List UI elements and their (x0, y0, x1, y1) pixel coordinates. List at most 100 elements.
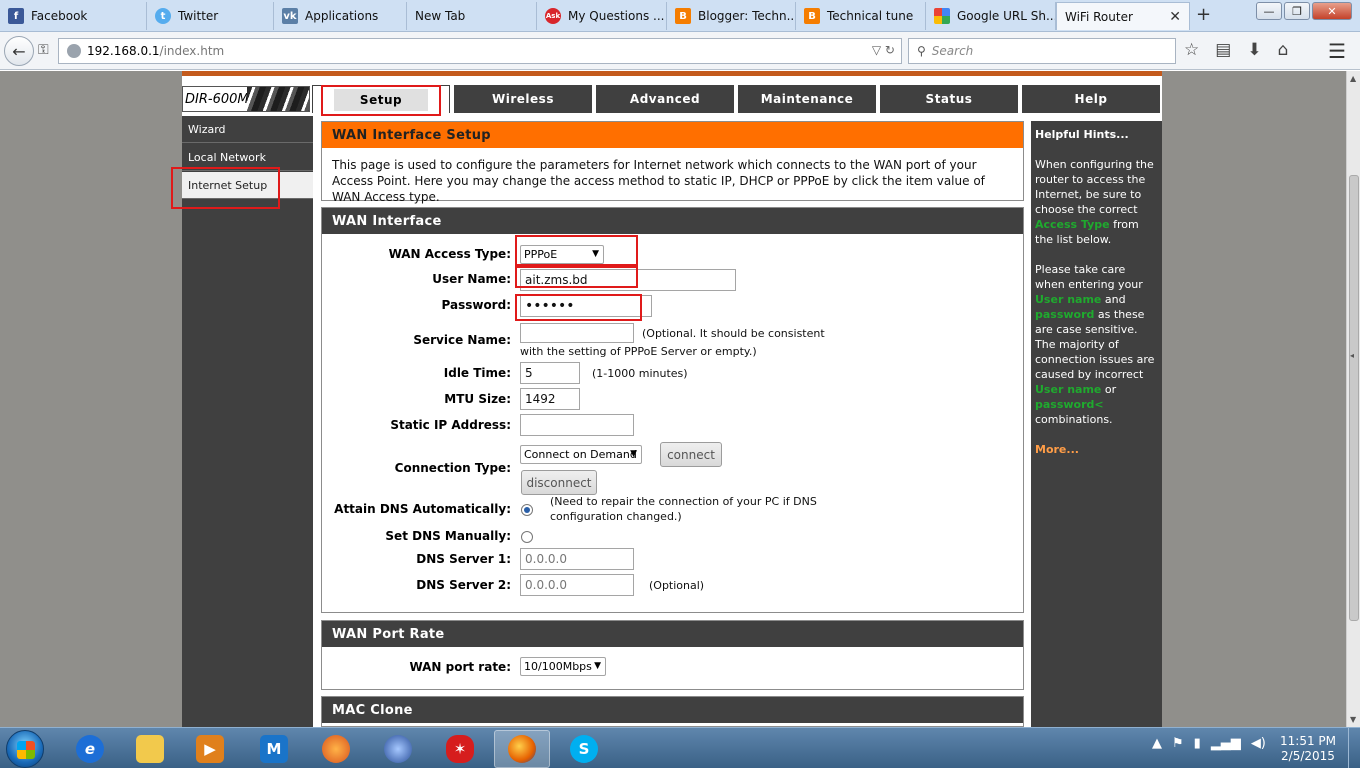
taskbar-media-player[interactable]: ▶ (182, 730, 238, 768)
connect-button[interactable]: connect (660, 442, 722, 467)
taskbar-skype[interactable]: S (556, 730, 612, 768)
home-icon[interactable]: ⌂ (1278, 40, 1289, 60)
tab-status[interactable]: Status (880, 85, 1018, 113)
page-title: WAN Interface Setup (322, 122, 1023, 148)
network-signal-icon[interactable]: ▂▄▆ (1211, 736, 1241, 751)
nav-wizard[interactable]: Wizard (182, 116, 313, 143)
ask-icon: Ask (545, 8, 561, 24)
tab-facebook[interactable]: f Facebook (0, 2, 147, 30)
close-window-icon[interactable]: ✕ (1312, 2, 1352, 20)
dns-auto-radio[interactable] (521, 504, 533, 516)
wan-interface-heading: WAN Interface (322, 208, 1023, 234)
static-ip-label: Static IP Address: (390, 418, 511, 432)
disconnect-button[interactable]: disconnect (521, 470, 597, 495)
tab-label: New Tab (415, 9, 466, 23)
service-name-note-1: (Optional. It should be consistent (642, 327, 825, 340)
router-logo: DIR-600M (182, 86, 310, 112)
dns-manual-radio[interactable] (521, 531, 533, 543)
back-arrow-icon[interactable]: ← (4, 36, 34, 66)
show-desktop-button[interactable] (1348, 728, 1360, 768)
static-ip-input[interactable] (520, 414, 634, 436)
tab-blogger[interactable]: B Blogger: Techn... (667, 2, 796, 30)
wan-port-rate-label: WAN port rate: (409, 660, 511, 674)
scroll-up-icon[interactable]: ▲ (1350, 74, 1356, 83)
hints-paragraph-2: Please take care when entering your User… (1035, 262, 1158, 427)
new-tab-button[interactable]: + (1196, 4, 1211, 25)
hamburger-menu-icon[interactable]: ☰ (1328, 39, 1346, 63)
tab-help[interactable]: Help (1022, 85, 1160, 113)
search-icon: ⚲ (917, 44, 926, 58)
tab-status-label: Status (925, 92, 973, 106)
taskbar-splat-app[interactable]: ✶ (432, 730, 488, 768)
tab-maintenance[interactable]: Maintenance (738, 85, 876, 113)
tab-label: Facebook (31, 9, 88, 23)
wan-port-rate-select[interactable]: 10/100Mbps ▼ (520, 657, 606, 676)
tab-advanced[interactable]: Advanced (596, 85, 734, 113)
action-center-flag-icon[interactable]: ⚑ (1172, 736, 1184, 751)
nav-internet-setup[interactable]: Internet Setup (182, 172, 313, 199)
taskbar-internet-explorer[interactable]: e (62, 730, 118, 768)
tab-technical-tune[interactable]: B Technical tune (796, 2, 926, 30)
bookmark-star-icon[interactable]: ☆ (1184, 40, 1199, 60)
reload-icon[interactable]: ▽ ↻ (872, 43, 895, 57)
wan-interface-section: WAN Interface WAN Access Type: PPPoE ▼ U… (321, 207, 1024, 613)
scrollbar-thumb[interactable] (1349, 175, 1359, 621)
tab-wireless-label: Wireless (492, 92, 554, 106)
tab-maintenance-label: Maintenance (760, 92, 854, 106)
close-tab-icon[interactable]: ✕ (1169, 9, 1181, 25)
search-input[interactable]: ⚲ Search (908, 38, 1176, 64)
tab-strip: f Facebook t Twitter vk Applications New… (0, 0, 1360, 32)
tab-setup[interactable]: Setup (312, 85, 450, 113)
mac-clone-section: MAC Clone (321, 696, 1024, 727)
taskbar-firefox-alt[interactable] (308, 730, 364, 768)
hints-more-link[interactable]: More... (1035, 442, 1158, 457)
download-icon[interactable]: ⬇ (1247, 40, 1261, 60)
navigation-bar: ← ⚿ 192.168.0.1/index.htm ▽ ↻ ⚲ Search ☆… (0, 32, 1360, 70)
dns-server-1-input[interactable]: 0.0.0.0 (520, 548, 634, 570)
key-icon[interactable]: ⚿ (38, 42, 49, 58)
bookmarks-list-icon[interactable]: ▤ (1215, 40, 1231, 60)
idle-time-input[interactable]: 5 (520, 362, 580, 384)
tab-wifi-router[interactable]: WiFi Router ✕ (1056, 2, 1190, 30)
dropdown-caret-icon: ▼ (592, 249, 599, 259)
mtu-size-input[interactable]: 1492 (520, 388, 580, 410)
hints-highlight: Access Type (1035, 218, 1110, 231)
show-hidden-icons-icon[interactable]: ▲ (1152, 736, 1162, 751)
taskbar-maxthon[interactable]: M (246, 730, 302, 768)
scroll-down-icon[interactable]: ▼ (1350, 715, 1356, 724)
user-name-input[interactable]: ait.zms.bd (520, 269, 736, 291)
tab-my-questions[interactable]: Ask My Questions ... (537, 2, 667, 30)
dns-server-1-label: DNS Server 1: (416, 552, 511, 566)
taskbar-globe-app[interactable] (370, 730, 426, 768)
volume-icon[interactable]: ◀) (1251, 736, 1266, 751)
tab-applications[interactable]: vk Applications (274, 2, 407, 30)
window-controls: — ❐ ✕ (1256, 2, 1352, 20)
logo-text: DIR-600M (185, 91, 249, 107)
tab-label: My Questions ... (568, 9, 665, 23)
start-button[interactable] (6, 730, 44, 768)
toolbar-icons: ☆ ▤ ⬇ ⌂ (1184, 40, 1288, 60)
search-placeholder: Search (931, 44, 974, 58)
address-bar[interactable]: 192.168.0.1/index.htm ▽ ↻ (58, 38, 902, 64)
blogger-icon: B (675, 8, 691, 24)
power-icon[interactable]: ▮ (1194, 736, 1201, 751)
tab-twitter[interactable]: t Twitter (147, 2, 274, 30)
tab-google-url-shortener[interactable]: Google URL Sh... (926, 2, 1056, 30)
password-label: Password: (441, 298, 512, 312)
maximize-icon[interactable]: ❐ (1284, 2, 1310, 20)
taskbar-clock[interactable]: 11:51 PM 2/5/2015 (1280, 734, 1336, 764)
connection-type-select[interactable]: Connect on Demand ▼ (520, 445, 642, 464)
tab-new-tab[interactable]: New Tab (407, 2, 537, 30)
dns-server-2-input[interactable]: 0.0.0.0 (520, 574, 634, 596)
vk-icon: vk (282, 8, 298, 24)
connection-type-label: Connection Type: (394, 461, 511, 475)
nav-local-network[interactable]: Local Network (182, 144, 313, 171)
page-scrollbar[interactable]: ▲ ◂ ▼ (1346, 71, 1360, 727)
service-name-input[interactable] (520, 323, 634, 343)
minimize-icon[interactable]: — (1256, 2, 1282, 20)
password-input[interactable]: •••••• (520, 295, 652, 317)
tab-wireless[interactable]: Wireless (454, 85, 592, 113)
taskbar-file-explorer[interactable] (122, 730, 178, 768)
taskbar-firefox[interactable] (494, 730, 550, 768)
wan-access-type-select[interactable]: PPPoE ▼ (520, 245, 604, 264)
